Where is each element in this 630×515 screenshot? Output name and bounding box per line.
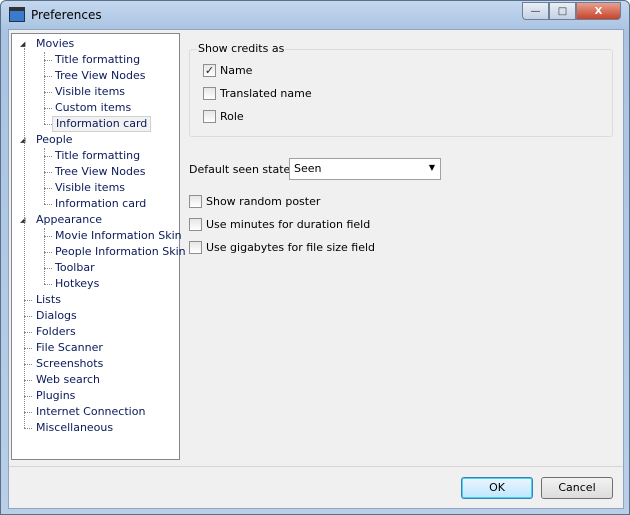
tree-category-item[interactable]: Movies: [33, 36, 77, 52]
tree-connector: [24, 380, 32, 381]
tree-category-item[interactable]: Dialogs: [33, 308, 80, 324]
ok-button[interactable]: OK: [461, 477, 533, 499]
close-button[interactable]: X: [576, 2, 621, 20]
tree-connector: [24, 364, 32, 365]
checkbox-label: Use minutes for duration field: [206, 218, 371, 231]
tree-child-item[interactable]: Visible items: [52, 180, 128, 196]
tree-connector: [44, 236, 52, 237]
checkbox-box[interactable]: ✓: [203, 64, 216, 77]
tree-child-item[interactable]: Tree View Nodes: [52, 164, 148, 180]
tree-connector: [44, 228, 45, 284]
show-random-poster-checkbox[interactable]: Show random poster: [189, 195, 320, 208]
divider: [9, 466, 623, 467]
checkbox-box[interactable]: [189, 241, 202, 254]
checkbox-box[interactable]: [203, 110, 216, 123]
tree-child-item[interactable]: Title formatting: [52, 52, 143, 68]
seen-state-label: Default seen state:: [189, 163, 294, 176]
tree-category-item[interactable]: Miscellaneous: [33, 420, 116, 436]
tree-connector: [44, 204, 52, 205]
window-title: Preferences: [31, 8, 102, 22]
checkbox-label: Use gigabytes for file size field: [206, 241, 376, 254]
cancel-button[interactable]: Cancel: [541, 477, 613, 499]
tree-category-item[interactable]: Lists: [33, 292, 64, 308]
tree-category-item[interactable]: People: [33, 132, 76, 148]
tree-connector: [24, 396, 32, 397]
tree-connector: [44, 76, 52, 77]
dropdown-arrow-icon: ▼: [428, 163, 435, 172]
tree-connector: [44, 252, 52, 253]
credits-translated-name-checkbox[interactable]: Translated name: [203, 87, 312, 100]
tree-category-item[interactable]: Web search: [33, 372, 103, 388]
tree-connector: [44, 268, 52, 269]
use-gigabytes-checkbox[interactable]: Use gigabytes for file size field: [189, 241, 375, 254]
maximize-button[interactable]: □: [549, 2, 576, 20]
expand-arrow-icon[interactable]: ◢: [20, 40, 25, 48]
checkbox-box[interactable]: [189, 218, 202, 231]
tree-connector: [24, 412, 32, 413]
tree-connector: [44, 188, 52, 189]
tree-connector: [24, 428, 32, 429]
seen-state-select[interactable]: Seen ▼: [289, 158, 441, 180]
tree-connector: [44, 148, 45, 204]
tree-child-item[interactable]: Title formatting: [52, 148, 143, 164]
tree-category-item[interactable]: Folders: [33, 324, 79, 340]
preferences-window: Preferences — □ X ◢ Movies Title formattin…: [0, 0, 630, 515]
tree-category-item[interactable]: Screenshots: [33, 356, 106, 372]
credits-name-checkbox[interactable]: ✓ Name: [203, 64, 252, 77]
checkbox-label: Name: [220, 64, 253, 77]
tree-child-item[interactable]: People Information Skin: [52, 244, 189, 260]
minimize-button[interactable]: —: [522, 2, 549, 20]
tree-connector: [44, 92, 52, 93]
tree-category-item[interactable]: Appearance: [33, 212, 105, 228]
tree-child-item[interactable]: Custom items: [52, 100, 134, 116]
tree-connector: [24, 332, 32, 333]
title-bar[interactable]: Preferences — □ X: [1, 1, 629, 29]
show-credits-title: Show credits as: [197, 42, 286, 55]
checkbox-label: Show random poster: [206, 195, 321, 208]
seen-state-value: Seen: [294, 162, 322, 175]
tree-connector: [24, 48, 25, 428]
tree-connector: [44, 108, 52, 109]
tree-child-item[interactable]: Tree View Nodes: [52, 68, 148, 84]
tree-child-item[interactable]: Toolbar: [52, 260, 98, 276]
tree-child-item[interactable]: Visible items: [52, 84, 128, 100]
tree-connector: [44, 156, 52, 157]
checkbox-box[interactable]: [189, 195, 202, 208]
tree-connector: [44, 60, 52, 61]
checkbox-label: Translated name: [220, 87, 312, 100]
tree-child-item[interactable]: Hotkeys: [52, 276, 102, 292]
tree-category-item[interactable]: Plugins: [33, 388, 78, 404]
tree-category-item[interactable]: File Scanner: [33, 340, 106, 356]
tree-connector: [24, 316, 32, 317]
tree-connector: [44, 124, 52, 125]
tree-child-item[interactable]: Information card: [52, 196, 149, 212]
preferences-tree[interactable]: ◢ Movies Title formatting Tree View Nodes Vi…: [11, 33, 186, 460]
tree-connector: [44, 52, 45, 124]
tree-child-item[interactable]: Movie Information Skin: [52, 228, 185, 244]
tree-connector: [44, 172, 52, 173]
clapperboard-icon: [9, 7, 25, 22]
use-minutes-checkbox[interactable]: Use minutes for duration field: [189, 218, 370, 231]
dialog-body: ◢ Movies Title formatting Tree View Nodes Vi…: [8, 29, 624, 509]
credits-role-checkbox[interactable]: Role: [203, 110, 244, 123]
tree-connector: [44, 284, 52, 285]
checkbox-box[interactable]: [203, 87, 216, 100]
checkbox-label: Role: [220, 110, 244, 123]
tree-connector: [24, 348, 32, 349]
tree-category-item[interactable]: Internet Connection: [33, 404, 148, 420]
tree-connector: [24, 300, 32, 301]
tree-child-item[interactable]: Information card: [52, 116, 152, 132]
